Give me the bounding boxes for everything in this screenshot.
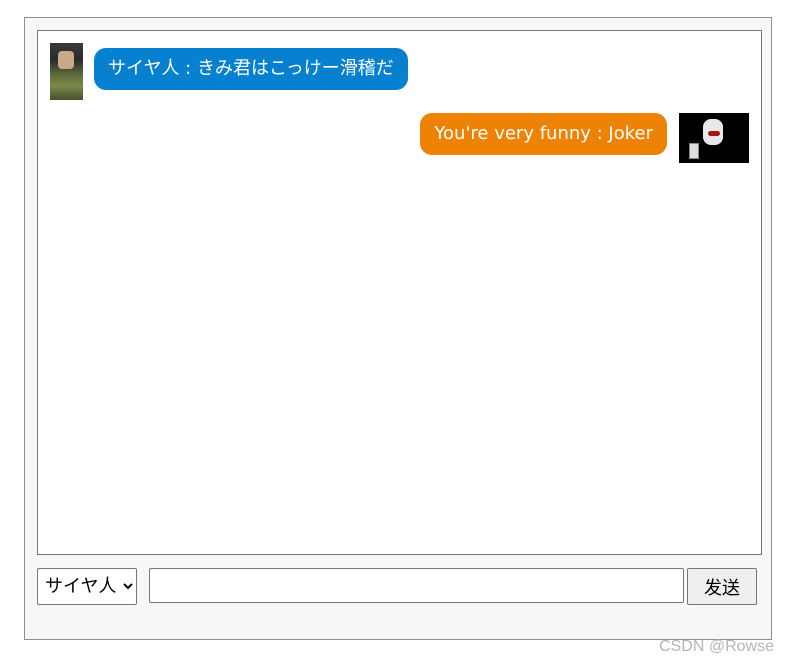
watermark: CSDN @Rowse xyxy=(659,638,774,655)
saiyan-avatar xyxy=(50,43,83,100)
message-area: サイヤ人 : きみ君はこっけー滑稽だ You're very funny : J… xyxy=(37,30,762,555)
input-controls: サイヤ人 发送 xyxy=(37,568,762,605)
joker-avatar xyxy=(679,113,749,163)
send-button[interactable]: 发送 xyxy=(687,568,757,605)
speaker-select[interactable]: サイヤ人 xyxy=(37,568,137,605)
chat-window: サイヤ人 : きみ君はこっけー滑稽だ You're very funny : J… xyxy=(24,17,772,640)
message-bubble-right: You're very funny : Joker xyxy=(420,113,667,155)
message-input[interactable] xyxy=(149,568,684,603)
message-bubble-left: サイヤ人 : きみ君はこっけー滑稽だ xyxy=(94,48,408,90)
